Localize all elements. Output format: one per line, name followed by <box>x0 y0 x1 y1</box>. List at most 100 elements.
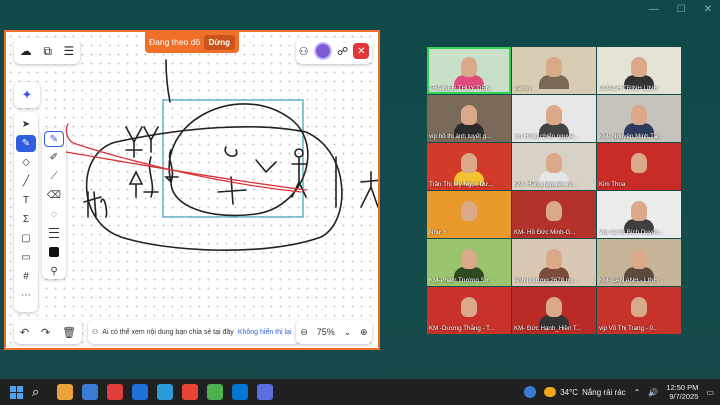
text-tool-icon[interactable]: T <box>16 192 36 209</box>
taskbar-app-icon[interactable] <box>182 384 198 400</box>
windows-start-icon[interactable] <box>10 385 23 399</box>
participant-tile[interactable]: Như Ý <box>427 191 511 238</box>
clock[interactable]: 12:50 PM 9/7/2025 <box>666 383 698 401</box>
stroke-width-icon[interactable] <box>44 225 64 241</box>
zoom-toolbar: ⊖ 75% ⌄ ⊕ <box>296 320 372 344</box>
redo-icon[interactable]: ↷ <box>41 326 50 339</box>
participant-face <box>546 105 562 125</box>
participant-tile[interactable]: Vip.Tạ thị Bích Duyên... <box>597 191 681 238</box>
shapes-tool-icon[interactable]: ◇ <box>16 154 36 171</box>
system-tray: 34°C Nắng rải rác ⌃ 🔊 12:50 PM 9/7/2025 … <box>524 379 714 405</box>
clock-date: 9/7/2025 <box>669 392 699 401</box>
minimize-button[interactable]: — <box>649 4 659 15</box>
participant-tile[interactable]: KM-Phạm Trường Sơ... <box>427 239 511 286</box>
participant-tile[interactable]: KM- Nguyễn Minh Tâ... <box>597 95 681 142</box>
video-gallery: TRAINER THUY TIEN Zenny COACH TRINH LINH vi… <box>427 47 681 335</box>
color-swatch[interactable] <box>44 244 64 260</box>
pencil-icon[interactable]: ✐ <box>44 150 64 166</box>
chevron-up-icon[interactable]: ⌃ <box>634 388 641 397</box>
pinned-apps <box>48 384 273 400</box>
participant-name: KM -Dương Thắng - T... <box>429 325 495 332</box>
participant-face <box>546 57 562 77</box>
chevron-down-icon[interactable]: ⌄ <box>344 327 352 338</box>
participants-icon[interactable]: ☍ <box>337 45 348 58</box>
participant-tile[interactable]: Ánh phương 2678 ng... <box>512 239 596 286</box>
participant-face <box>631 105 647 125</box>
main-tool-toolbar: ➤ ✎ ◇ ╱ T Σ ▢ ▭ # ⋯ <box>14 112 38 312</box>
trash-icon[interactable]: 🗑 <box>62 326 76 339</box>
eraser-icon[interactable]: ⌫ <box>44 188 64 204</box>
zoom-out-icon[interactable]: ⊖ <box>300 327 308 338</box>
participant-face <box>461 249 477 269</box>
participant-tile[interactable]: vip hồ thị ánh tuyết g... <box>427 95 511 142</box>
maximize-button[interactable]: ☐ <box>677 4 686 15</box>
taskbar-app-icon[interactable] <box>132 384 148 400</box>
participant-name: KM- Hằng Nguyễn-N... <box>514 181 577 188</box>
participant-tile[interactable]: vip Võ Thị Trang - 0... <box>597 287 681 334</box>
participant-tile[interactable]: KM- LÂN ANH - LINH <box>597 239 681 286</box>
ai-assistant-icon[interactable]: ✦ <box>14 82 40 108</box>
participant-tile[interactable]: KM- Đức Hạnh_Hiền T... <box>512 287 596 334</box>
highlighter-icon[interactable]: ⟋ <box>44 169 64 185</box>
dont-show-again-link[interactable]: Không hiển thị lại <box>238 329 292 336</box>
participant-tile[interactable]: KM- Hồ Đức Minh-G... <box>512 191 596 238</box>
more-tools-icon[interactable]: ⋯ <box>16 287 36 304</box>
stroke-ellipse <box>168 103 309 217</box>
stroke-line <box>165 59 171 103</box>
stroke-tn <box>83 191 108 218</box>
participant-tile[interactable]: Zenny <box>512 47 596 94</box>
avatar[interactable] <box>313 42 332 60</box>
participant-tile[interactable]: COACH TRINH LINH <box>597 47 681 94</box>
magic-pen-icon[interactable]: ⚲ <box>44 263 64 279</box>
stroke-figure-5 <box>164 149 179 184</box>
pen-icon[interactable]: ✎ <box>44 131 64 147</box>
lasso-icon[interactable]: ◌ <box>44 207 64 223</box>
taskbar-app-icon[interactable] <box>157 384 173 400</box>
stroke-red-line-2 <box>65 151 307 191</box>
taskbar-app-icon[interactable] <box>257 384 273 400</box>
taskbar-app-icon[interactable] <box>57 384 73 400</box>
share-screen-icon[interactable]: ⧉ <box>43 44 52 59</box>
whiteboard-canvas[interactable]: ☁ ⧉ ☰ ⚇ ☍ ✕ ✦ ➤ ✎ ◇ ╱ T Σ ▢ ▭ # ⋯ ✎ ✐ ⟋ … <box>4 30 380 350</box>
close-icon[interactable]: ✕ <box>353 43 370 59</box>
people-share-icon[interactable]: ⚇ <box>299 45 309 58</box>
comment-tool-icon[interactable]: ▭ <box>16 249 36 266</box>
participant-tile[interactable]: KM- Hằng Nguyễn-N... <box>512 143 596 190</box>
weather-temp: 34°C <box>560 387 579 397</box>
taskbar-app-icon[interactable] <box>107 384 123 400</box>
close-window-button[interactable]: ✕ <box>704 4 712 15</box>
zoom-in-icon[interactable]: ⊕ <box>360 327 368 338</box>
participant-tile[interactable]: TRAINER THUY TIEN <box>427 47 511 94</box>
frame-tool-icon[interactable]: # <box>16 268 36 285</box>
cloud-icon[interactable]: ☁ <box>20 44 32 58</box>
participant-name: KM- LÂN ANH - LINH <box>599 277 659 284</box>
sticky-note-tool-icon[interactable]: ▢ <box>16 230 36 247</box>
participant-tile[interactable]: KM -Dương Thắng - T... <box>427 287 511 334</box>
formula-tool-icon[interactable]: Σ <box>16 211 36 228</box>
taskbar: ⌕ 34°C Nắng rải rác ⌃ 🔊 12:50 PM 9/7/202… <box>0 379 720 405</box>
volume-icon[interactable]: 🔊 <box>648 388 658 397</box>
weather-widget[interactable]: 34°C Nắng rải rác <box>544 387 626 397</box>
participant-tile[interactable]: vip Hồng chiến nguyễ... <box>512 95 596 142</box>
participant-tile[interactable]: Trần Thị Mỹ Ngọc Dư... <box>427 143 511 190</box>
app-tray-icon[interactable] <box>524 386 537 398</box>
select-tool-icon[interactable]: ➤ <box>16 116 36 133</box>
stroke-squiggle <box>224 146 238 157</box>
participant-face <box>631 249 647 269</box>
taskbar-app-icon[interactable] <box>207 384 223 400</box>
undo-icon[interactable]: ↶ <box>20 326 29 339</box>
participant-face <box>461 297 477 317</box>
taskbar-app-icon[interactable] <box>82 384 98 400</box>
line-tool-icon[interactable]: ╱ <box>16 173 36 190</box>
notification-icon[interactable]: ▭ <box>706 388 714 397</box>
participant-name: KM- Nguyễn Minh Tâ... <box>599 133 663 140</box>
stroke-figure-3 <box>128 170 144 198</box>
weather-text: Nắng rải rác <box>582 387 626 397</box>
participant-tile[interactable]: Kim Thoa <box>597 143 681 190</box>
stop-share-button[interactable]: Dừng <box>203 34 235 50</box>
pen-tool-icon[interactable]: ✎ <box>16 135 36 152</box>
menu-icon[interactable]: ☰ <box>63 44 74 58</box>
zoom-level[interactable]: 75% <box>317 327 335 337</box>
search-icon[interactable]: ⌕ <box>32 384 48 400</box>
taskbar-app-icon[interactable] <box>232 384 248 400</box>
